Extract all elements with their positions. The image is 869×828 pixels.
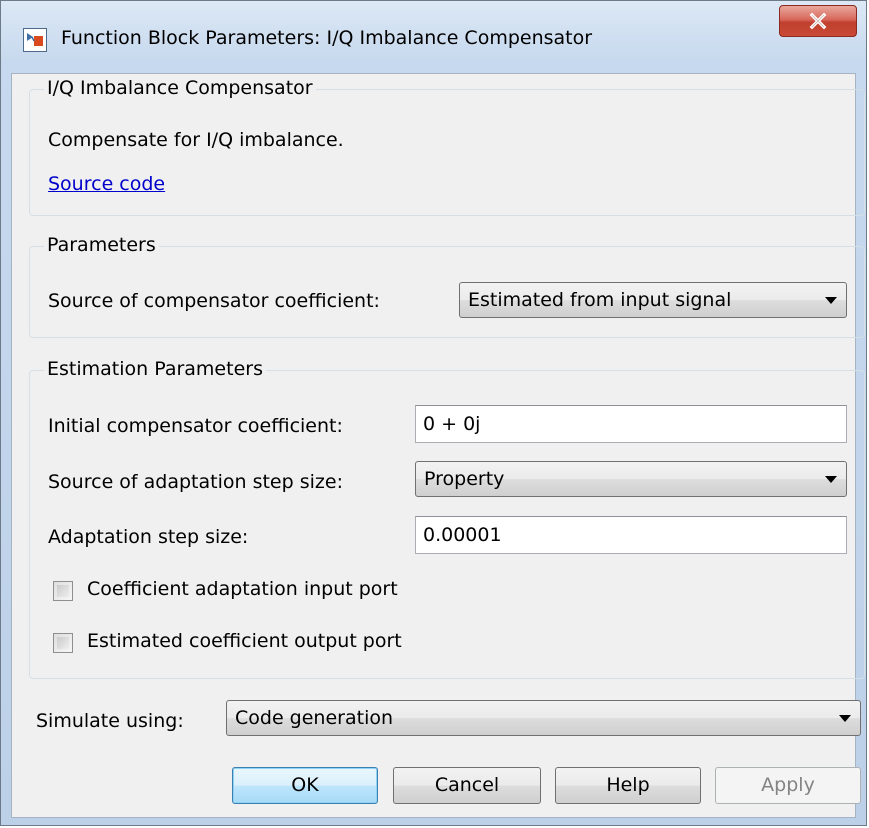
dialog-content: I/Q Imbalance Compensator Compensate for… — [11, 73, 865, 818]
close-x-icon — [809, 12, 827, 30]
title-bar[interactable]: Function Block Parameters: I/Q Imbalance… — [1, 1, 866, 73]
output-port-label: Estimated coefficient output port — [87, 630, 402, 652]
coefficient-source-label: Source of compensator coefficient: — [48, 290, 380, 312]
output-port-checkbox[interactable] — [53, 633, 73, 653]
dropdown-arrow-icon — [825, 476, 837, 483]
step-size-label: Adaptation step size: — [48, 526, 249, 548]
description-group-label: I/Q Imbalance Compensator — [44, 77, 316, 99]
simulink-block-icon — [23, 28, 47, 52]
cancel-button[interactable]: Cancel — [393, 767, 541, 804]
adaptation-port-checkbox[interactable] — [53, 581, 73, 601]
estimation-group-label: Estimation Parameters — [44, 358, 266, 380]
step-source-label: Source of adaptation step size: — [48, 471, 343, 493]
adaptation-port-label: Coefficient adaptation input port — [87, 578, 398, 600]
simulate-using-label: Simulate using: — [36, 710, 184, 732]
step-source-value: Property — [424, 468, 505, 490]
close-button[interactable] — [779, 5, 857, 37]
adaptation-port-row[interactable]: Coefficient adaptation input port — [53, 578, 473, 606]
simulate-using-value: Code generation — [235, 707, 394, 729]
step-source-dropdown[interactable]: Property — [415, 461, 847, 497]
parameters-group-label: Parameters — [44, 234, 159, 256]
output-port-row[interactable]: Estimated coefficient output port — [53, 630, 473, 658]
coefficient-source-value: Estimated from input signal — [468, 289, 732, 311]
description-group: I/Q Imbalance Compensator — [29, 77, 865, 216]
initial-coefficient-label: Initial compensator coefficient: — [48, 415, 343, 437]
help-button[interactable]: Help — [555, 767, 701, 804]
window-title: Function Block Parameters: I/Q Imbalance… — [61, 27, 593, 49]
dropdown-arrow-icon — [839, 715, 851, 722]
simulate-using-dropdown[interactable]: Code generation — [226, 700, 861, 736]
coefficient-source-dropdown[interactable]: Estimated from input signal — [459, 282, 847, 318]
block-description: Compensate for I/Q imbalance. — [48, 129, 344, 151]
dropdown-arrow-icon — [825, 297, 837, 304]
apply-button: Apply — [715, 767, 861, 804]
source-code-link[interactable]: Source code — [48, 173, 165, 195]
dialog-window: Function Block Parameters: I/Q Imbalance… — [0, 0, 867, 826]
initial-coefficient-field[interactable] — [415, 405, 847, 443]
ok-button[interactable]: OK — [232, 767, 378, 804]
step-size-field[interactable] — [415, 516, 847, 554]
